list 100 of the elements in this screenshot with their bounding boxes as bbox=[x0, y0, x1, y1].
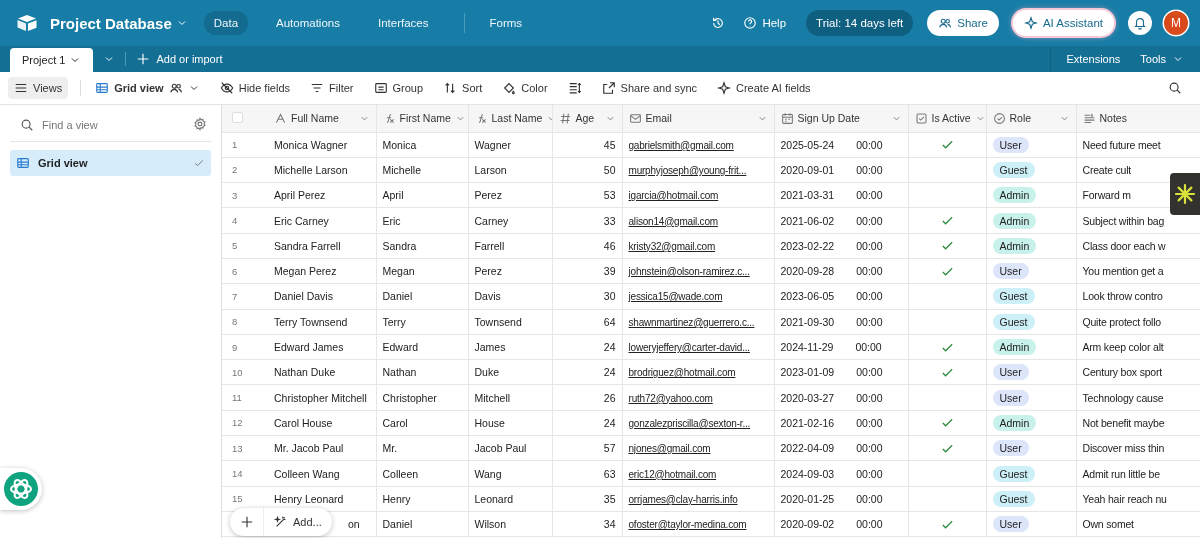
nav-tab[interactable]: Automations bbox=[266, 11, 350, 35]
table-cell: Davis bbox=[468, 283, 552, 310]
email-link[interactable]: jessica15@wade.com bbox=[628, 291, 723, 303]
time-text: 00:00 bbox=[856, 518, 883, 531]
create-ai-fields-button[interactable]: Create AI fields bbox=[711, 77, 817, 99]
plus-icon bbox=[136, 52, 151, 66]
table-cell: 45 bbox=[552, 132, 622, 158]
asterisk-widget-button[interactable] bbox=[1170, 173, 1200, 215]
table-cell: Terry bbox=[376, 309, 468, 335]
assistant-bubble-button[interactable] bbox=[0, 468, 42, 510]
view-item[interactable]: Grid view bbox=[10, 150, 211, 176]
table-cell: 46 bbox=[552, 233, 622, 259]
role-tag: Guest bbox=[992, 465, 1035, 482]
table-tab[interactable]: Project 1 bbox=[10, 48, 94, 72]
time-text: 00:00 bbox=[856, 189, 883, 202]
tools-button[interactable]: Tools bbox=[1130, 46, 1194, 72]
table-cell: Christopher bbox=[376, 384, 468, 411]
email-link[interactable]: gonzalezpriscilla@sexton-r... bbox=[628, 417, 751, 429]
row-number: 6 bbox=[222, 258, 268, 284]
email-link[interactable]: igarcia@hotmail.com bbox=[628, 190, 719, 202]
add-import-button[interactable]: Add or import bbox=[126, 46, 233, 72]
table-cell: Eric Carney bbox=[268, 207, 376, 234]
role-tag: User bbox=[992, 389, 1029, 406]
table-cell: Daniel bbox=[376, 511, 468, 537]
sort-button[interactable]: Sort bbox=[437, 77, 489, 99]
row-number: 14 bbox=[222, 460, 268, 487]
email-link[interactable]: eric12@hotmail.com bbox=[628, 468, 717, 480]
row-height-icon bbox=[567, 81, 582, 95]
select-all-checkbox[interactable] bbox=[232, 111, 243, 123]
table-cell: Carney bbox=[468, 207, 552, 234]
table-cell: Yeah hair reach nu bbox=[1076, 486, 1200, 512]
email-link[interactable]: orrjames@clay-harris.info bbox=[628, 493, 738, 505]
email-link[interactable]: gabrielsmith@gmail.com bbox=[628, 139, 734, 151]
row-number: 8 bbox=[222, 309, 268, 335]
nav-tab[interactable]: Data bbox=[203, 11, 249, 35]
nav-tab[interactable]: Forms bbox=[479, 11, 533, 35]
table-cell: 64 bbox=[552, 309, 622, 335]
email-link[interactable]: shawnmartinez@guerrero.c... bbox=[628, 316, 755, 328]
view-switcher-button[interactable]: Grid view bbox=[89, 77, 206, 99]
table-cell: Daniel Davis bbox=[268, 283, 376, 310]
time-text: 00:00 bbox=[856, 290, 883, 303]
nav-tab[interactable]: Interfaces bbox=[367, 11, 439, 35]
time-text: 00:00 bbox=[856, 138, 883, 151]
avatar-button[interactable]: M bbox=[1164, 11, 1188, 35]
help-button[interactable]: Help bbox=[737, 12, 793, 34]
table-cell: Look throw contro bbox=[1076, 283, 1200, 310]
hide-fields-button[interactable]: Hide fields bbox=[213, 77, 297, 99]
role-tag: Guest bbox=[992, 490, 1035, 507]
date-text: 2024-09-03 bbox=[780, 467, 835, 480]
email-link[interactable]: ofoster@taylor-medina.com bbox=[628, 519, 747, 531]
email-link[interactable]: murphyjoseph@young-frit... bbox=[628, 164, 747, 176]
filter-button[interactable]: Filter bbox=[304, 77, 360, 99]
sparkle-icon bbox=[1023, 16, 1038, 30]
views-button[interactable]: Views bbox=[8, 77, 69, 99]
people-icon bbox=[168, 81, 183, 95]
base-title-button[interactable]: Project Database bbox=[50, 14, 188, 32]
extensions-button[interactable]: Extensions bbox=[1056, 46, 1131, 72]
color-button[interactable]: Color bbox=[496, 77, 554, 99]
row-number: 1 bbox=[222, 132, 268, 158]
table-cell: Townsend bbox=[468, 309, 552, 335]
table-cell: 57 bbox=[552, 435, 622, 461]
table-cell: House bbox=[468, 410, 552, 436]
table-cell: Edward James bbox=[268, 334, 376, 360]
table-cell: Nathan bbox=[376, 359, 468, 385]
date-text: 2021-02-16 bbox=[780, 416, 835, 429]
group-button[interactable]: Group bbox=[367, 77, 430, 99]
paint-bucket-icon bbox=[502, 81, 517, 95]
asterisk-icon bbox=[1174, 183, 1196, 205]
table-cell: You mention get a bbox=[1076, 258, 1200, 284]
time-text: 00:00 bbox=[856, 315, 883, 328]
email-link[interactable]: ruth72@yahoo.com bbox=[628, 392, 713, 404]
text-type-icon bbox=[274, 111, 287, 125]
table-cell: 24 bbox=[552, 334, 622, 360]
table-cell: 33 bbox=[552, 207, 622, 234]
number-sign-icon bbox=[558, 111, 572, 125]
email-link[interactable]: loweryjeffery@carter-david... bbox=[628, 342, 750, 353]
grid-icon bbox=[95, 81, 110, 95]
share-button[interactable]: Share bbox=[927, 10, 999, 36]
time-text: 00:00 bbox=[856, 366, 883, 379]
row-number: 13 bbox=[222, 435, 268, 461]
gear-icon bbox=[193, 117, 207, 131]
table-cell: Daniel bbox=[376, 283, 468, 310]
table-cell: Farrell bbox=[468, 233, 552, 259]
email-link[interactable]: kristy32@gmail.com bbox=[628, 240, 716, 252]
share-sync-button[interactable]: Share and sync bbox=[595, 77, 703, 99]
date-text: 2023-01-09 bbox=[780, 366, 835, 379]
email-link[interactable]: brodriguez@hotmail.com bbox=[628, 367, 736, 379]
notifications-button[interactable] bbox=[1128, 11, 1152, 35]
grid-icon bbox=[16, 156, 30, 170]
ai-assistant-button[interactable]: AI Assistant bbox=[1012, 10, 1114, 36]
time-text: 00:00 bbox=[856, 265, 883, 278]
email-link[interactable]: johnstein@olson-ramirez.c... bbox=[628, 266, 750, 278]
email-link[interactable]: alison14@gmail.com bbox=[628, 215, 718, 227]
table-cell: 53 bbox=[552, 182, 622, 208]
email-link[interactable]: njones@gmail.com bbox=[628, 443, 711, 455]
logo-icon bbox=[16, 14, 38, 32]
plus-icon bbox=[239, 515, 254, 529]
help-icon bbox=[743, 16, 758, 30]
role-tag: Guest bbox=[992, 313, 1035, 330]
trial-button[interactable]: Trial: 14 days left bbox=[806, 10, 914, 36]
